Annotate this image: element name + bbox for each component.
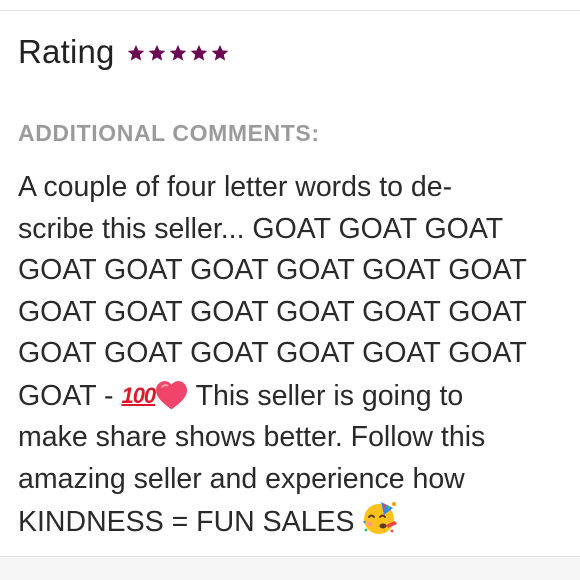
comment-text: A couple of four letter words to de- scr… xyxy=(18,167,566,544)
comment-line-text: KINDNESS = FUN SALES xyxy=(18,506,363,538)
star-icon xyxy=(210,43,230,63)
rating-row: Rating xyxy=(18,30,231,74)
star-icon xyxy=(168,43,188,63)
comment-line: scribe this seller... GOAT GOAT GOAT xyxy=(18,212,504,245)
rating-label: Rating xyxy=(18,33,115,70)
comment-line-end: This seller is going to xyxy=(195,379,464,412)
comment-line-with-emoji: KINDNESS = FUN SALES xyxy=(18,500,566,544)
comment-line: GOAT GOAT GOAT GOAT GOAT GOAT xyxy=(18,337,527,369)
partying-face-icon xyxy=(362,500,398,536)
comment-line: GOAT GOAT GOAT GOAT GOAT GOAT xyxy=(18,295,527,328)
top-divider xyxy=(0,10,580,11)
star-icon xyxy=(189,43,209,63)
comment-line: GOAT GOAT GOAT GOAT GOAT GOAT xyxy=(18,254,527,286)
star-rating xyxy=(126,43,231,63)
star-icon xyxy=(147,43,167,63)
comment-line-with-emoji: GOAT - 100 This seller is going to xyxy=(18,375,566,418)
comment-line: A couple of four letter words to de- xyxy=(18,171,453,203)
bottom-band xyxy=(0,557,580,580)
review-card: Rating ADDITIONAL COMMENTS: A couple of … xyxy=(0,0,580,580)
star-icon xyxy=(126,43,146,63)
comment-line-start: GOAT - xyxy=(18,379,122,412)
hundred-points-icon: 100 xyxy=(121,382,156,408)
comment-line: amazing seller and experience how xyxy=(18,462,465,495)
red-heart-icon xyxy=(155,380,188,410)
comment-line: make share shows better. Follow this xyxy=(18,421,486,453)
additional-comments-heading: ADDITIONAL COMMENTS: xyxy=(18,120,320,146)
